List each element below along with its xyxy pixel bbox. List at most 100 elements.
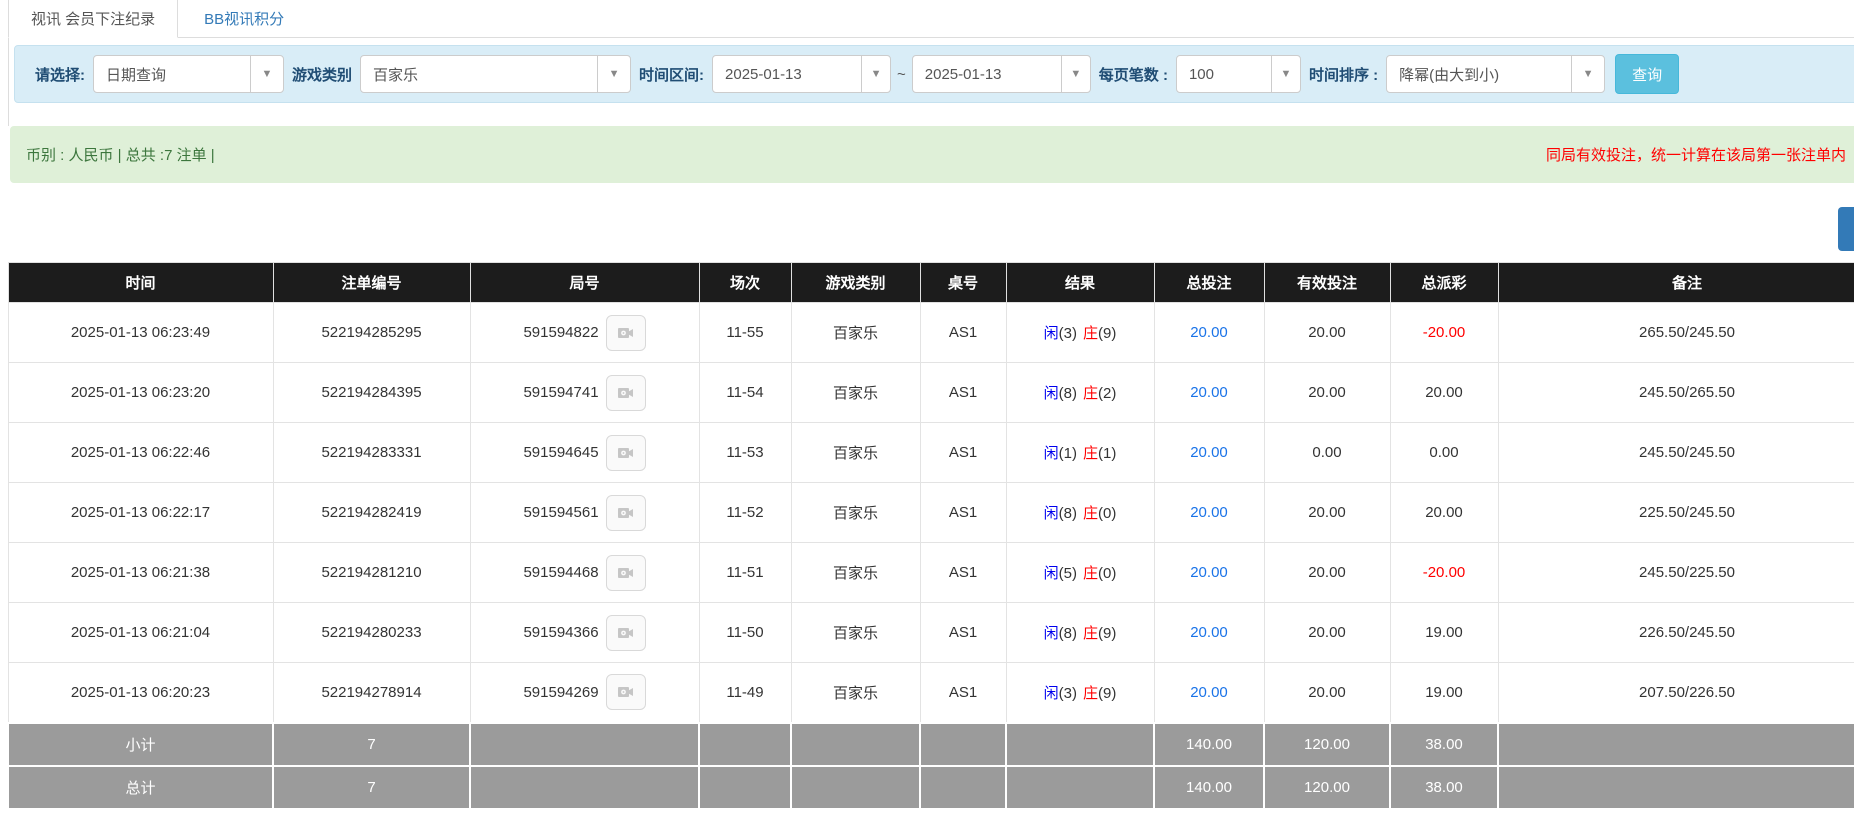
video-camera-icon <box>616 682 636 702</box>
cell-session: 11-52 <box>699 483 791 543</box>
total-row-payout: 38.00 <box>1390 766 1498 809</box>
cell-game: 百家乐 <box>791 483 920 543</box>
table-row: 2025-01-13 06:20:23 522194278914 5915942… <box>8 663 1854 723</box>
cell-remark: 245.50/225.50 <box>1498 543 1854 603</box>
game-category-select[interactable]: 百家乐 ▼ <box>360 55 631 93</box>
player-result-label: 闲 <box>1044 445 1059 462</box>
cell-payout: 20.00 <box>1390 363 1498 423</box>
cell-time: 2025-01-13 06:21:38 <box>8 543 273 603</box>
cell-table-no: AS1 <box>920 603 1006 663</box>
video-replay-button[interactable] <box>606 375 646 411</box>
cell-table-no: AS1 <box>920 663 1006 723</box>
video-camera-icon <box>616 563 636 583</box>
player-result-score: (8) <box>1059 385 1077 402</box>
floating-action-button[interactable] <box>1838 207 1854 251</box>
cell-game: 百家乐 <box>791 423 920 483</box>
col-header-valid-bet: 有效投注 <box>1264 263 1390 303</box>
video-camera-icon <box>616 383 636 403</box>
table-row: 2025-01-13 06:23:49 522194285295 5915948… <box>8 303 1854 363</box>
total-row-count: 7 <box>273 766 470 809</box>
cell-bet-id: 522194278914 <box>273 663 470 723</box>
per-page-value: 100 <box>1176 55 1272 93</box>
cell-bet-id: 522194285295 <box>273 303 470 363</box>
cell-total-bet: 20.00 <box>1154 543 1264 603</box>
cell-payout: 19.00 <box>1390 663 1498 723</box>
cell-table-no: AS1 <box>920 423 1006 483</box>
chevron-down-icon[interactable]: ▼ <box>1271 55 1301 93</box>
date-from-select[interactable]: 2025-01-13 ▼ <box>712 55 891 93</box>
chevron-down-icon[interactable]: ▼ <box>1061 55 1091 93</box>
video-replay-button[interactable] <box>606 315 646 351</box>
col-header-time: 时间 <box>8 263 273 303</box>
cell-valid-bet: 0.00 <box>1264 423 1390 483</box>
chevron-down-icon[interactable]: ▼ <box>250 55 284 93</box>
banker-result-label: 庄 <box>1083 505 1098 522</box>
cell-session: 11-49 <box>699 663 791 723</box>
chevron-down-icon[interactable]: ▼ <box>597 55 631 93</box>
player-result-label: 闲 <box>1044 625 1059 642</box>
tab-bb-video-points[interactable]: BB视讯积分 <box>178 0 310 37</box>
cell-total-bet: 20.00 <box>1154 663 1264 723</box>
chevron-down-icon[interactable]: ▼ <box>861 55 891 93</box>
summary-bar: 币别 : 人民币 | 总共 :7 注单 | 同局有效投注，统一计算在该局第一张注… <box>10 126 1854 183</box>
table-row: 2025-01-13 06:21:04 522194280233 5915943… <box>8 603 1854 663</box>
tab-video-bet-records[interactable]: 视讯 会员下注纪录 <box>8 0 178 38</box>
cell-time: 2025-01-13 06:23:20 <box>8 363 273 423</box>
chevron-down-icon[interactable]: ▼ <box>1571 55 1605 93</box>
date-range-tilde: ~ <box>897 66 906 83</box>
time-range-label: 时间区间: <box>639 64 704 85</box>
cell-result: 闲(3)庄(9) <box>1006 303 1154 363</box>
date-to-select[interactable]: 2025-01-13 ▼ <box>912 55 1091 93</box>
cell-bet-id: 522194282419 <box>273 483 470 543</box>
banker-result-score: (0) <box>1098 565 1116 582</box>
player-result-score: (1) <box>1059 445 1077 462</box>
total-row-valid-bet: 120.00 <box>1264 766 1390 809</box>
video-replay-button[interactable] <box>606 495 646 531</box>
cell-bet-id: 522194284395 <box>273 363 470 423</box>
per-page-label: 每页笔数 : <box>1099 64 1168 85</box>
query-button[interactable]: 查询 <box>1615 54 1679 94</box>
per-page-select[interactable]: 100 ▼ <box>1176 55 1301 93</box>
cell-valid-bet: 20.00 <box>1264 603 1390 663</box>
cell-remark: 226.50/245.50 <box>1498 603 1854 663</box>
total-row-count: 7 <box>273 723 470 766</box>
cell-payout: -20.00 <box>1390 303 1498 363</box>
cell-payout: 19.00 <box>1390 603 1498 663</box>
player-result-label: 闲 <box>1044 685 1059 702</box>
cell-total-bet: 20.00 <box>1154 423 1264 483</box>
round-id-text: 591594366 <box>523 624 598 641</box>
cell-session: 11-51 <box>699 543 791 603</box>
select-type-label: 请选择: <box>35 64 85 85</box>
panel-left-border <box>8 38 9 126</box>
banker-result-score: (9) <box>1098 325 1116 342</box>
banker-result-label: 庄 <box>1083 445 1098 462</box>
table-row: 2025-01-13 06:22:46 522194283331 5915946… <box>8 423 1854 483</box>
total-row-label: 小计 <box>8 723 273 766</box>
banker-result-label: 庄 <box>1083 325 1098 342</box>
round-id-text: 591594561 <box>523 504 598 521</box>
query-type-select[interactable]: 日期查询 ▼ <box>93 55 284 93</box>
total-row-total-bet: 140.00 <box>1154 766 1264 809</box>
time-sort-label: 时间排序 : <box>1309 64 1378 85</box>
round-id-text: 591594645 <box>523 444 598 461</box>
cell-valid-bet: 20.00 <box>1264 303 1390 363</box>
table-row: 2025-01-13 06:23:20 522194284395 5915947… <box>8 363 1854 423</box>
video-replay-button[interactable] <box>606 555 646 591</box>
cell-remark: 207.50/226.50 <box>1498 663 1854 723</box>
player-result-label: 闲 <box>1044 565 1059 582</box>
video-replay-button[interactable] <box>606 435 646 471</box>
video-replay-button[interactable] <box>606 615 646 651</box>
video-camera-icon <box>616 323 636 343</box>
video-replay-button[interactable] <box>606 674 646 710</box>
table-header-row: 时间 注单编号 局号 场次 游戏类别 桌号 结果 总投注 有效投注 总派彩 备注 <box>8 263 1854 303</box>
cell-payout: -20.00 <box>1390 543 1498 603</box>
cell-result: 闲(1)庄(1) <box>1006 423 1154 483</box>
cell-total-bet: 20.00 <box>1154 363 1264 423</box>
cell-round-id: 591594366 <box>470 603 699 663</box>
col-header-total-bet: 总投注 <box>1154 263 1264 303</box>
time-sort-select[interactable]: 降幂(由大到小) ▼ <box>1386 55 1605 93</box>
date-from-value: 2025-01-13 <box>712 55 862 93</box>
banker-result-score: (2) <box>1098 385 1116 402</box>
round-id-text: 591594822 <box>523 324 598 341</box>
cell-result: 闲(8)庄(9) <box>1006 603 1154 663</box>
